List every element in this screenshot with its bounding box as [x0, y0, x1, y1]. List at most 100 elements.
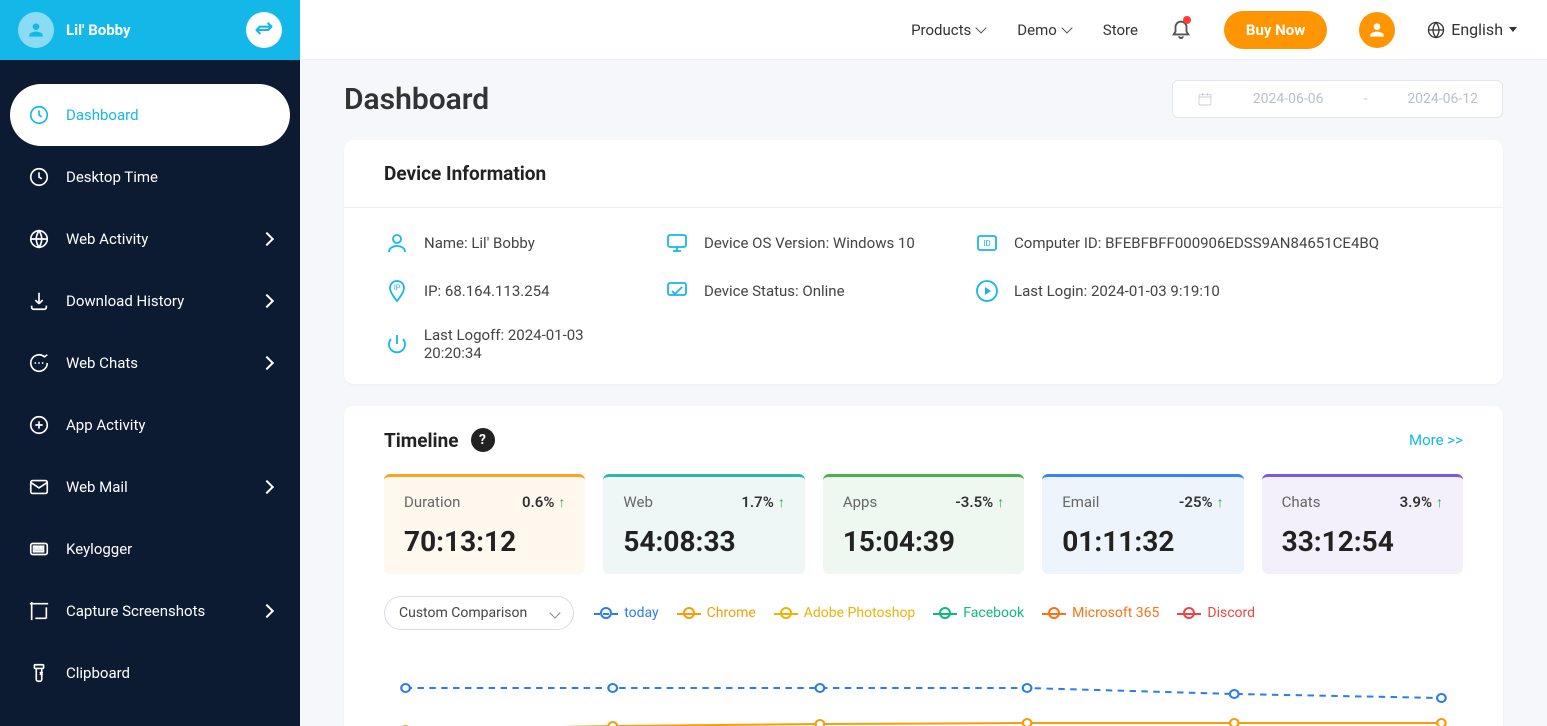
sidebar-item-keylogger[interactable]: Keylogger	[10, 518, 290, 580]
id-icon: ID	[974, 230, 1000, 256]
chart-area	[344, 646, 1503, 726]
swap-icon[interactable]	[246, 12, 282, 48]
info-name: Name: Lil' Bobby	[384, 230, 644, 256]
legend-marker	[774, 607, 798, 619]
date-from: 2024-06-06	[1253, 91, 1324, 107]
arrow-up-icon: ↑	[778, 494, 785, 511]
stat-value: 70:13:12	[404, 525, 565, 558]
sidebar-item-desktop-time[interactable]: Desktop Time	[10, 146, 290, 208]
legend-items: today Chrome Adobe Photoshop Facebook Micros…	[594, 605, 1255, 621]
sidebar-item-web-activity[interactable]: Web Activity	[10, 208, 290, 270]
sidebar-item-capture-screenshots[interactable]: Capture Screenshots	[10, 580, 290, 642]
sidebar-item-download-history[interactable]: Download History	[10, 270, 290, 332]
stat-value: 33:12:54	[1282, 525, 1443, 558]
stat-label: Apps	[843, 493, 877, 511]
sidebar-item-web-chats[interactable]: Web Chats	[10, 332, 290, 394]
nav-icon	[28, 104, 50, 126]
compare-label: Custom Comparison	[399, 605, 527, 621]
legend-facebook[interactable]: Facebook	[933, 605, 1024, 621]
svg-text:ID: ID	[983, 239, 990, 248]
page-head: Dashboard 2024-06-06 - 2024-06-12	[344, 80, 1503, 118]
stat-chats[interactable]: Chats 3.9% ↑ 33:12:54	[1262, 474, 1463, 574]
nav-label: Download History	[66, 292, 184, 310]
chevron-right-icon	[260, 356, 274, 370]
legend-marker	[1177, 607, 1201, 619]
legend-marker	[677, 607, 701, 619]
legend-label: Discord	[1207, 605, 1255, 621]
stat-web[interactable]: Web1.7% ↑54:08:33	[603, 474, 804, 574]
svg-text:IP: IP	[394, 284, 401, 292]
legend-adobe-photoshop[interactable]: Adobe Photoshop	[774, 605, 916, 621]
sidebar-item-web-mail[interactable]: Web Mail	[10, 456, 290, 518]
stats-row: Duration0.6% ↑70:13:12Web1.7% ↑54:08:33A…	[344, 474, 1503, 596]
buy-now-button[interactable]: Buy Now	[1224, 11, 1327, 49]
nav-icon	[28, 352, 50, 374]
nav-label: Clipboard	[66, 664, 130, 682]
page-title: Dashboard	[344, 82, 489, 117]
legend-label: Facebook	[963, 605, 1024, 621]
timeline-chart	[384, 646, 1463, 726]
nav-label: Capture Screenshots	[66, 602, 205, 620]
timeline-head: Timeline ? More >>	[344, 406, 1503, 474]
arrow-up-icon: ↑	[1217, 494, 1224, 511]
notifications-icon[interactable]	[1170, 17, 1192, 43]
stat-label: Web	[623, 493, 652, 511]
chevron-right-icon	[260, 232, 274, 246]
more-link[interactable]: More >>	[1409, 431, 1463, 449]
stat-email[interactable]: Email-25% ↑01:11:32	[1042, 474, 1243, 574]
legend-today[interactable]: today	[594, 605, 658, 621]
stat-delta: -25% ↑	[1179, 493, 1224, 511]
stat-value: 15:04:39	[843, 525, 1004, 558]
chevron-down-icon	[550, 607, 561, 618]
info-os: Device OS Version: Windows 10	[664, 230, 954, 256]
status-icon	[664, 278, 690, 304]
nav-icon	[28, 538, 50, 560]
nav-label: Web Chats	[66, 354, 138, 372]
nav-demo[interactable]: Demo	[1017, 21, 1071, 39]
arrow-up-icon: ↑	[558, 494, 565, 511]
language-selector[interactable]: English	[1427, 20, 1517, 39]
stat-delta: 3.9% ↑	[1400, 493, 1443, 511]
nav-label: Web Mail	[66, 478, 128, 496]
legend-discord[interactable]: Discord	[1177, 605, 1255, 621]
user-menu[interactable]	[1359, 12, 1395, 48]
date-sep: -	[1363, 91, 1367, 107]
legend-label: Microsoft 365	[1072, 605, 1159, 621]
stat-apps[interactable]: Apps -3.5% ↑ 15:04:39	[823, 474, 1024, 574]
device-info-title: Device Information	[384, 162, 546, 185]
device-info-card: Device Information Name: Lil' Bobby Devi…	[344, 140, 1503, 384]
legend-microsoft-365[interactable]: Microsoft 365	[1042, 605, 1159, 621]
nav-label: App Activity	[66, 416, 145, 434]
nav-store[interactable]: Store	[1103, 21, 1138, 39]
nav-icon	[28, 290, 50, 312]
stat-label: Chats	[1282, 493, 1321, 511]
sidebar-item-clipboard[interactable]: Clipboard	[10, 642, 290, 704]
monitor-icon	[664, 230, 690, 256]
sidebar-item-app-activity[interactable]: App Activity	[10, 394, 290, 456]
help-icon[interactable]: ?	[471, 428, 495, 452]
stat-duration[interactable]: Duration0.6% ↑70:13:12	[384, 474, 585, 574]
topbar: Products Demo Store Buy Now English	[300, 0, 1547, 60]
stat-delta: -3.5% ↑	[955, 493, 1004, 511]
info-login: Last Login: 2024-01-03 9:19:10	[974, 278, 1463, 304]
nav-demo-label: Demo	[1017, 21, 1057, 39]
sidebar: Lil' Bobby DashboardDesktop TimeWeb Acti…	[0, 0, 300, 726]
date-to: 2024-06-12	[1407, 91, 1478, 107]
avatar[interactable]	[18, 12, 54, 48]
legend-chrome[interactable]: Chrome	[677, 605, 756, 621]
caret-down-icon	[1509, 27, 1517, 32]
chevron-right-icon	[260, 480, 274, 494]
info-id: IDComputer ID: BFEBFBFF000906EDSS9AN8465…	[974, 230, 1463, 256]
nav-store-label: Store	[1103, 21, 1138, 39]
nav-icon	[28, 600, 50, 622]
legend-marker	[933, 607, 957, 619]
sidebar-item-dashboard[interactable]: Dashboard	[10, 84, 290, 146]
compare-select[interactable]: Custom Comparison	[384, 596, 574, 630]
content: Dashboard 2024-06-06 - 2024-06-12 Device…	[300, 60, 1547, 726]
nav-icon	[28, 414, 50, 436]
nav-icon	[28, 662, 50, 684]
date-range-picker[interactable]: 2024-06-06 - 2024-06-12	[1172, 80, 1503, 118]
nav-label: Web Activity	[66, 230, 148, 248]
info-ip: IPIP: 68.164.113.254	[384, 278, 644, 304]
nav-products[interactable]: Products	[911, 21, 985, 39]
